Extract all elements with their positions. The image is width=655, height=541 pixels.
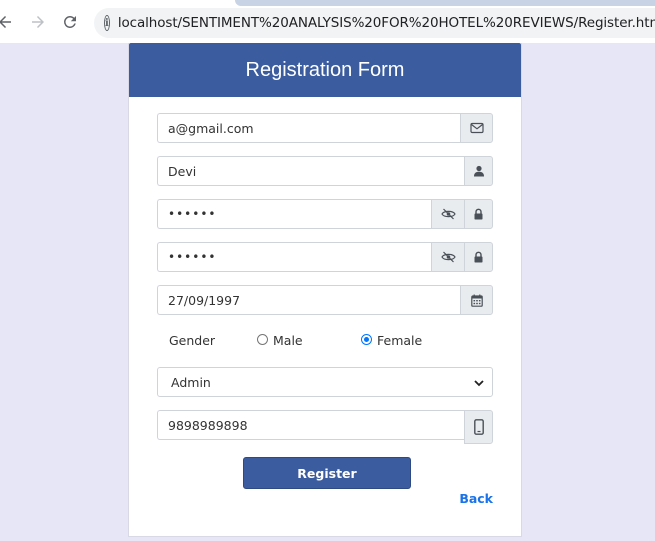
gender-row: Gender Male Female (169, 331, 489, 351)
tab-strip (235, 0, 655, 6)
form-title: Registration Form (245, 58, 405, 81)
arrow-right-icon (32, 16, 44, 28)
card-header: Registration Form (129, 43, 521, 97)
phone-addon (464, 410, 493, 444)
forward-nav-button[interactable] (27, 11, 49, 33)
address-bar[interactable]: i localhost/SENTIMENT%20ANALYSIS%20FOR%2… (94, 8, 655, 38)
info-icon[interactable]: i (104, 15, 110, 31)
password-addon (464, 199, 493, 229)
confirm-password-addon (464, 242, 493, 272)
confirm-password-group: •••••• (157, 242, 493, 272)
back-nav-button[interactable] (0, 11, 16, 33)
password-mask: •••••• (168, 207, 217, 221)
password-toggle-addon[interactable] (431, 199, 464, 229)
arrow-left-icon (0, 16, 11, 28)
phone-group: 9898989898 (157, 410, 493, 444)
lock-icon (474, 208, 483, 220)
password-group: •••••• (157, 199, 493, 229)
register-button[interactable]: Register (243, 457, 411, 489)
dob-input[interactable]: 27/09/1997 (157, 285, 460, 315)
lock-icon (474, 251, 483, 263)
email-group: a@gmail.com (157, 113, 493, 143)
gender-male-radio[interactable] (257, 334, 268, 345)
user-icon (473, 165, 484, 177)
name-input[interactable]: Devi (157, 156, 464, 186)
name-addon (464, 156, 493, 186)
role-selected-value: Admin (171, 374, 211, 390)
mobile-icon (473, 419, 484, 435)
confirm-password-mask: •••••• (168, 250, 217, 264)
role-select[interactable]: Admin (157, 367, 493, 397)
calendar-icon (470, 294, 483, 307)
dob-addon[interactable] (460, 285, 493, 315)
gender-label: Gender (169, 333, 216, 348)
confirm-password-toggle-addon[interactable] (431, 242, 464, 272)
name-group: Devi (157, 156, 493, 186)
gender-female-label[interactable]: Female (377, 333, 422, 348)
eye-slash-icon (440, 208, 456, 220)
registration-card: Registration Form a@gmail.com Devi •••••… (128, 43, 522, 537)
confirm-password-input[interactable]: •••••• (157, 242, 431, 272)
gender-female-radio[interactable] (361, 334, 372, 345)
email-addon (460, 113, 493, 143)
phone-input[interactable]: 9898989898 (157, 410, 464, 440)
reload-button[interactable] (59, 11, 81, 33)
eye-slash-icon (440, 251, 456, 263)
envelope-icon (469, 122, 484, 134)
password-input[interactable]: •••••• (157, 199, 431, 229)
url-text: localhost/SENTIMENT%20ANALYSIS%20FOR%20H… (117, 15, 655, 31)
dob-group: 27/09/1997 (157, 285, 493, 315)
email-input[interactable]: a@gmail.com (157, 113, 460, 143)
chevron-down-icon (474, 380, 484, 387)
reload-icon (64, 16, 76, 28)
gender-male-label[interactable]: Male (273, 333, 303, 348)
browser-toolbar: i localhost/SENTIMENT%20ANALYSIS%20FOR%2… (0, 0, 655, 43)
back-link[interactable]: Back (459, 491, 493, 506)
